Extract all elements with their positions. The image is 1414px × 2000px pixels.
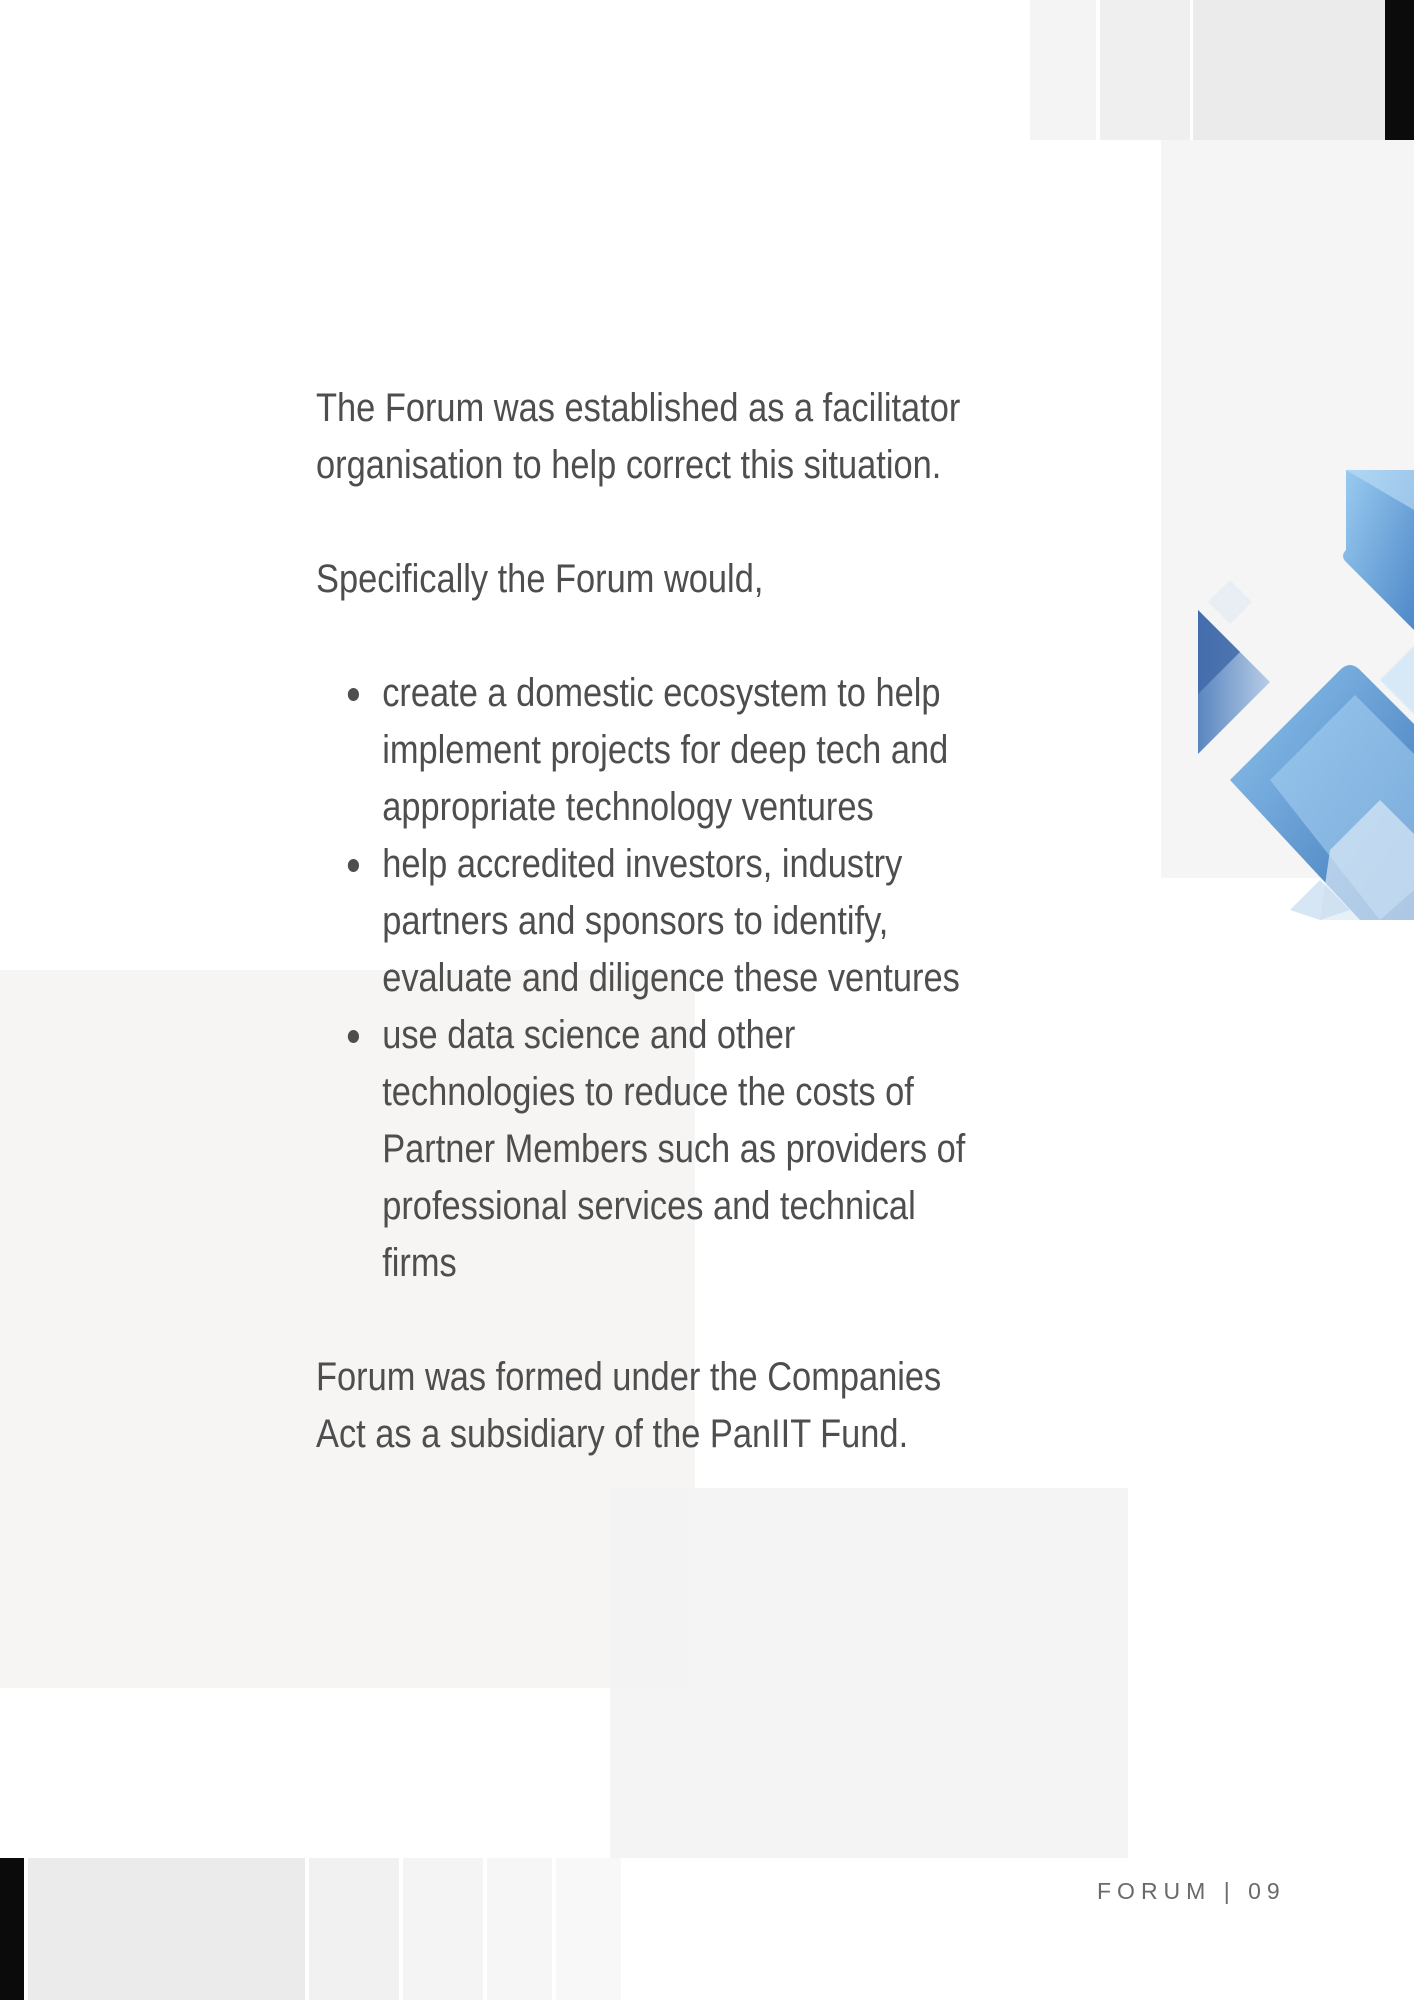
bottom-decor-block-4 [487, 1858, 552, 2000]
bottom-decor-block-2 [309, 1858, 399, 2000]
footer-label: FORUM [1097, 1878, 1212, 1904]
closing-paragraph: Forum was formed under the Companies Act… [316, 1355, 942, 1456]
bottom-decor-block-5 [556, 1858, 621, 2000]
bullet-list: create a domestic ecosystem to help impl… [316, 665, 970, 1292]
bottom-black-bar [0, 1858, 24, 2000]
footer-separator: | [1223, 1878, 1236, 1904]
body-text: The Forum was established as a facilitat… [316, 380, 970, 1463]
top-decor-block-1 [1030, 0, 1096, 140]
bottom-gray-panel [610, 1488, 1128, 1858]
blue-diamond-graphic [1198, 470, 1414, 920]
intro-paragraph: The Forum was established as a facilitat… [316, 386, 961, 487]
top-decor-block-3 [1193, 0, 1385, 140]
list-item: create a domestic ecosystem to help impl… [347, 665, 969, 836]
list-item: use data science and other technologies … [347, 1007, 969, 1292]
lead-paragraph: Specifically the Forum would, [316, 557, 764, 601]
page-footer: FORUM | 09 [1097, 1878, 1286, 1905]
bottom-decor-block-1 [28, 1858, 305, 2000]
page-number: 09 [1248, 1878, 1286, 1904]
top-black-bar [1385, 0, 1414, 140]
top-decor-block-2 [1100, 0, 1190, 140]
bottom-decor-block-3 [403, 1858, 483, 2000]
list-item: help accredited investors, industry part… [347, 836, 969, 1007]
